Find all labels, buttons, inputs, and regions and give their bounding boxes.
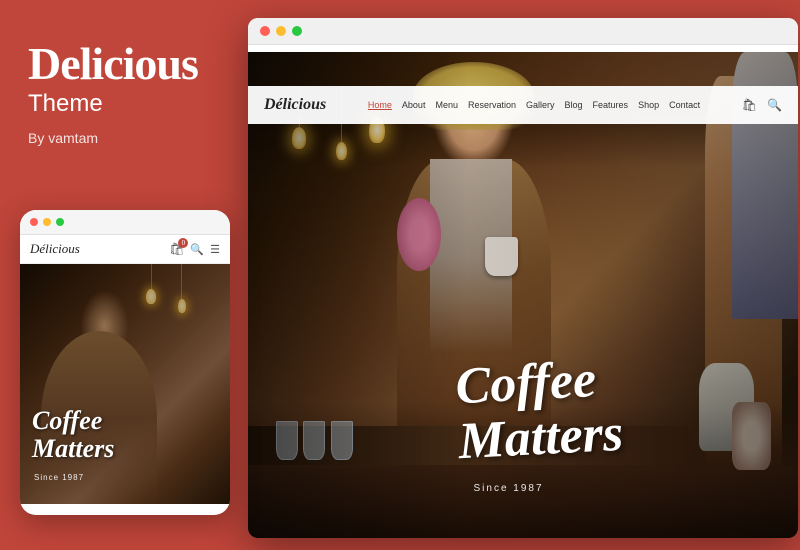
nav-link-contact[interactable]: Contact (669, 100, 700, 110)
mobile-coffee-text: Coffee Matters (32, 407, 114, 464)
desktop-preview-card: Coffee Matters Since 1987 Délicious Home… (248, 18, 798, 538)
desktop-bag-icon[interactable]: 🛍 (742, 98, 757, 113)
nav-link-gallery[interactable]: Gallery (526, 100, 555, 110)
desktop-coffee-text: Coffee Matters (454, 352, 624, 470)
mobile-since-text: Since 1987 (34, 473, 84, 482)
nav-link-about[interactable]: About (402, 100, 426, 110)
mobile-hero-overlay (20, 264, 230, 504)
mobile-nav: Délicious 🛍 0 🔍 ☰ (20, 235, 230, 264)
mobile-cart-icon: 🛍 0 (169, 242, 184, 257)
mobile-hero: Coffee Matters Since 1987 (20, 264, 230, 504)
desktop-hero: Coffee Matters Since 1987 Délicious Home… (248, 52, 798, 538)
nav-link-home[interactable]: Home (368, 100, 392, 110)
desktop-maximize-dot[interactable] (292, 26, 302, 36)
mobile-preview-card: Délicious 🛍 0 🔍 ☰ Coffee Matters (20, 210, 230, 515)
desktop-since-text: Since 1987 (474, 483, 544, 494)
mobile-cart-badge: 0 (178, 238, 188, 248)
nav-link-menu[interactable]: Menu (435, 100, 458, 110)
desktop-close-dot[interactable] (260, 26, 270, 36)
mobile-menu-icon: ☰ (210, 243, 220, 256)
nav-link-reservation[interactable]: Reservation (468, 100, 516, 110)
nav-link-shop[interactable]: Shop (638, 100, 659, 110)
mobile-search-icon: 🔍 (190, 243, 204, 256)
desktop-titlebar (248, 18, 798, 45)
nav-link-features[interactable]: Features (593, 100, 629, 110)
theme-author: By vamtam (28, 130, 212, 146)
mobile-minimize-dot (43, 218, 51, 226)
mobile-traffic-lights (20, 210, 230, 235)
desktop-nav: Délicious Home About Menu Reservation Ga… (248, 86, 798, 124)
desktop-nav-right: 🛍 🔍 (742, 98, 782, 113)
mobile-logo: Délicious (30, 241, 80, 257)
mobile-maximize-dot (56, 218, 64, 226)
hero-background: Coffee Matters Since 1987 (248, 52, 798, 538)
nav-link-blog[interactable]: Blog (565, 100, 583, 110)
theme-title: Delicious (28, 40, 212, 88)
mobile-nav-icons: 🛍 0 🔍 ☰ (169, 242, 220, 257)
theme-subtitle: Theme (28, 90, 212, 118)
desktop-minimize-dot[interactable] (276, 26, 286, 36)
desktop-nav-links: Home About Menu Reservation Gallery Blog… (368, 100, 700, 110)
desktop-search-icon[interactable]: 🔍 (767, 98, 782, 113)
mobile-close-dot (30, 218, 38, 226)
desktop-logo: Délicious (264, 96, 326, 114)
